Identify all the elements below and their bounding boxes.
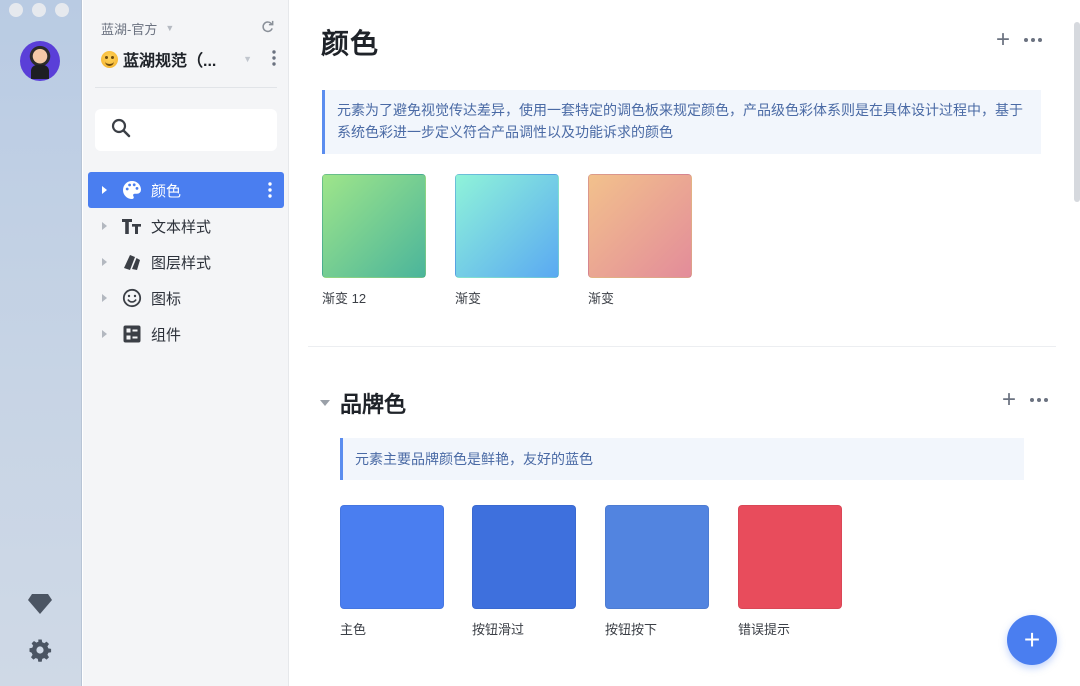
- page-title: 颜色: [321, 28, 380, 59]
- add-button[interactable]: +: [1002, 388, 1016, 412]
- more-vertical-icon[interactable]: [268, 182, 272, 202]
- search-icon: [111, 118, 131, 143]
- search-box[interactable]: [95, 109, 277, 151]
- sidebar-item-icons[interactable]: 图标: [88, 280, 284, 316]
- window-controls: [9, 3, 69, 17]
- sidebar-item-components[interactable]: 组件: [88, 316, 284, 352]
- sidebar-nav: 颜色 文本样式 图层样式 图标 组件: [88, 172, 284, 352]
- team-name: 蓝湖-官方: [101, 21, 158, 37]
- chevron-right-icon[interactable]: [102, 222, 107, 230]
- sidebar-item-label: 组件: [151, 326, 182, 344]
- section-title: 品牌色: [340, 392, 407, 417]
- add-fab-button[interactable]: +: [1007, 615, 1057, 665]
- color-card[interactable]: 主色: [340, 505, 444, 638]
- avatar[interactable]: [20, 41, 60, 81]
- smiley-icon: [121, 287, 143, 309]
- section-divider: [308, 346, 1056, 347]
- component-icon: [121, 323, 143, 345]
- gear-icon[interactable]: [26, 636, 54, 664]
- section-description: 元素主要品牌颜色是鲜艳，友好的蓝色: [340, 438, 1024, 480]
- sidebar-item-colors[interactable]: 颜色: [88, 172, 284, 208]
- sidebar-item-label: 文本样式: [151, 218, 212, 236]
- color-swatch[interactable]: [472, 505, 576, 609]
- main-content: 颜色 + 元素为了避免视觉传达差异，使用一套特定的调色板来规定颜色，产品级色彩体…: [290, 0, 1080, 686]
- diamond-icon[interactable]: [26, 590, 54, 618]
- color-card[interactable]: 按钮滑过: [472, 505, 576, 638]
- gradient-label: 渐变: [588, 291, 615, 306]
- color-swatch[interactable]: [340, 505, 444, 609]
- section-header-brand: 品牌色: [320, 387, 406, 419]
- gradient-label: 渐变: [455, 291, 482, 306]
- more-vertical-icon[interactable]: [272, 50, 276, 71]
- gradient-card[interactable]: 渐变: [588, 174, 692, 307]
- refresh-icon[interactable]: [260, 19, 275, 37]
- sidebar-item-label: 图标: [151, 290, 182, 308]
- text-style-icon: [121, 215, 143, 237]
- chevron-right-icon[interactable]: [102, 330, 107, 338]
- project-switcher[interactable]: 蓝湖规范（... ▼: [101, 46, 281, 72]
- smile-emoji-icon: [101, 50, 118, 68]
- color-card[interactable]: 错误提示: [738, 505, 842, 638]
- color-label: 主色: [340, 622, 367, 637]
- palette-icon: [121, 179, 143, 201]
- page-actions: +: [996, 28, 1042, 52]
- section-actions: +: [1002, 388, 1048, 412]
- chevron-right-icon[interactable]: [102, 294, 107, 302]
- color-label: 按钮按下: [605, 622, 658, 637]
- color-label: 按钮滑过: [472, 622, 525, 637]
- chevron-down-icon: ▼: [165, 23, 175, 33]
- add-button[interactable]: +: [996, 28, 1010, 52]
- page-description: 元素为了避免视觉传达差异，使用一套特定的调色板来规定颜色，产品级色彩体系则是在具…: [322, 90, 1041, 154]
- window-close-button[interactable]: [9, 3, 23, 17]
- app-rail: [0, 0, 82, 686]
- window-zoom-button[interactable]: [55, 3, 69, 17]
- gradient-label: 渐变 12: [322, 291, 367, 306]
- chevron-right-icon[interactable]: [102, 258, 107, 266]
- scrollbar[interactable]: [1074, 22, 1080, 202]
- color-swatch[interactable]: [605, 505, 709, 609]
- gradient-swatch[interactable]: [455, 174, 559, 278]
- gradient-swatch[interactable]: [588, 174, 692, 278]
- more-horizontal-icon[interactable]: [1024, 38, 1042, 42]
- sidebar-divider: [95, 87, 277, 88]
- sidebar-item-layer-styles[interactable]: 图层样式: [88, 244, 284, 280]
- chevron-down-icon: ▼: [243, 54, 252, 64]
- sidebar-item-label: 图层样式: [151, 254, 212, 272]
- more-horizontal-icon[interactable]: [1030, 398, 1048, 402]
- collapse-toggle-icon[interactable]: [320, 400, 330, 406]
- window-minimize-button[interactable]: [32, 3, 46, 17]
- sidebar-item-text-styles[interactable]: 文本样式: [88, 208, 284, 244]
- team-switcher[interactable]: 蓝湖-官方 ▼: [101, 18, 281, 38]
- color-swatch[interactable]: [738, 505, 842, 609]
- color-label: 错误提示: [738, 622, 791, 637]
- gradient-card[interactable]: 渐变 12: [322, 174, 426, 307]
- chevron-right-icon[interactable]: [102, 186, 107, 194]
- sidebar: 蓝湖-官方 ▼ 蓝湖规范（... ▼ 颜色 文本样式 图层样式 图标 组件: [83, 0, 289, 686]
- layer-style-icon: [121, 251, 143, 273]
- sidebar-item-label: 颜色: [151, 182, 182, 200]
- project-name: 蓝湖规范（...: [123, 53, 217, 70]
- color-card[interactable]: 按钮按下: [605, 505, 709, 638]
- gradient-card[interactable]: 渐变: [455, 174, 559, 307]
- gradient-swatch[interactable]: [322, 174, 426, 278]
- search-input[interactable]: [141, 122, 271, 138]
